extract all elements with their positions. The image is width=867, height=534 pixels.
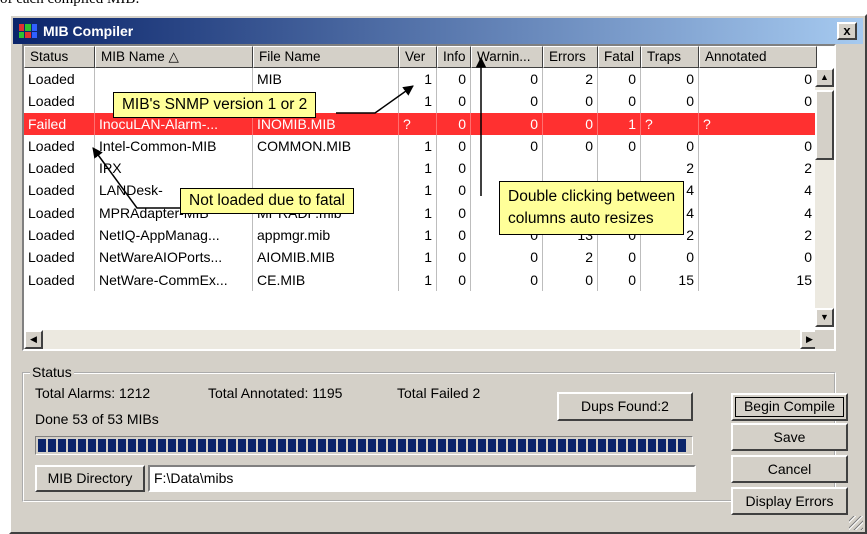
arrow-to-failed-status <box>92 147 180 209</box>
callout-arrows <box>92 56 487 209</box>
arrow-to-ver-column <box>336 85 414 114</box>
